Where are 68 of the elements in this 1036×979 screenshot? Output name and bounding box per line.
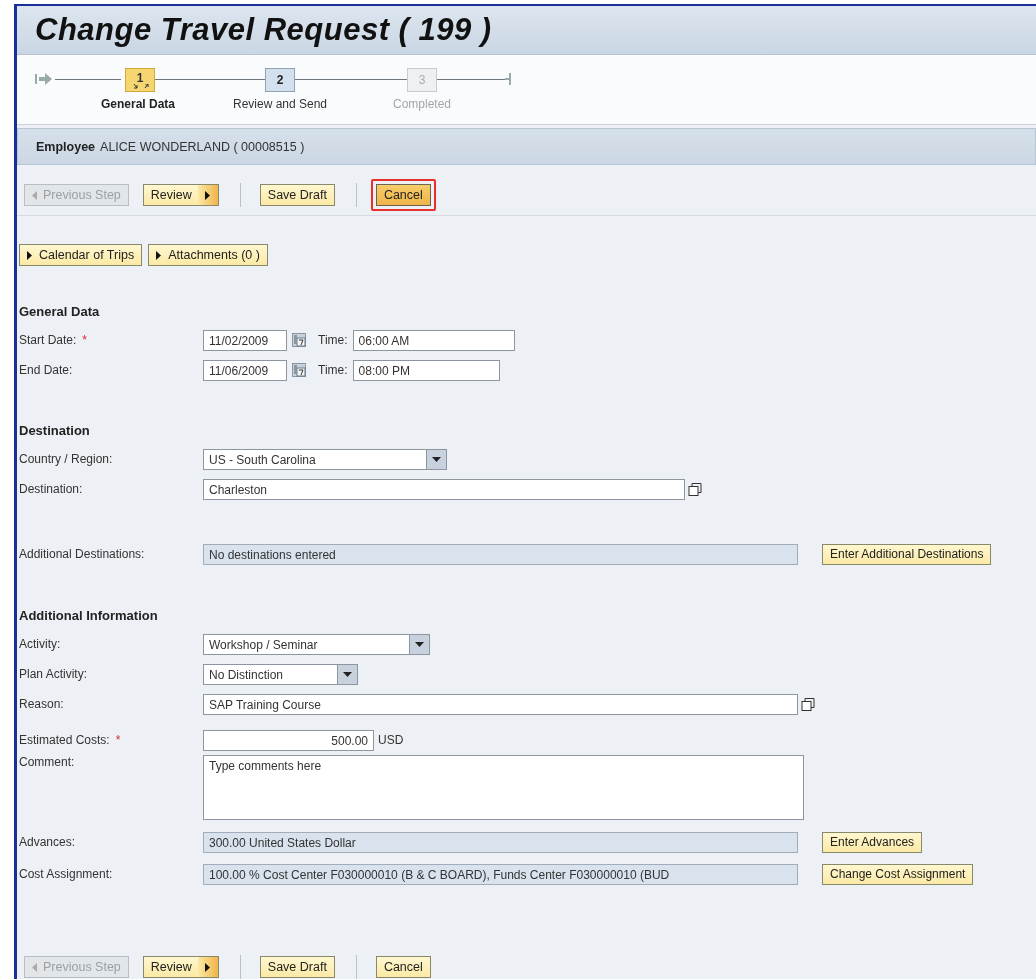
toolbar-button[interactable]: Save Draft bbox=[259, 956, 335, 978]
employee-label: Employee bbox=[36, 139, 96, 154]
currency-label: USD bbox=[378, 733, 404, 747]
section-title: General Data bbox=[19, 304, 101, 319]
field-label: Comment: bbox=[19, 755, 75, 769]
field-label: End Date: bbox=[19, 363, 73, 377]
end-icon bbox=[505, 72, 511, 86]
expander-button[interactable]: Calendar of Trips bbox=[19, 244, 143, 266]
expander-button[interactable]: Attachments (0 ) bbox=[148, 244, 268, 266]
required-mark: * bbox=[82, 333, 88, 347]
page-title: Change Travel Request ( 199 ) bbox=[35, 12, 492, 48]
time-label: Time: bbox=[318, 363, 348, 377]
comment-field[interactable]: Type comments here bbox=[203, 755, 804, 820]
time-field[interactable]: 08:00 PM bbox=[352, 359, 500, 381]
toolbar-button[interactable]: Cancel bbox=[375, 184, 431, 206]
field-label: Cost Assignment: bbox=[19, 867, 113, 881]
field-label: Advances: bbox=[19, 835, 76, 849]
readonly-field: 100.00 % Cost Center F030000010 (B & C BOARD), Funds Center F030000010 (BUD bbox=[203, 863, 798, 885]
toolbar-button[interactable]: Cancel bbox=[375, 956, 431, 978]
date-field[interactable]: 11/02/2009 bbox=[203, 329, 287, 351]
field-label: Activity: bbox=[19, 637, 61, 651]
amount-field[interactable]: 500.00 bbox=[203, 729, 374, 751]
field-label: Country / Region: bbox=[19, 452, 113, 466]
caret-icon bbox=[343, 671, 352, 677]
time-label: Time: bbox=[318, 333, 348, 347]
action-button[interactable]: Enter Additional Destinations bbox=[822, 543, 992, 565]
dropdown[interactable]: No Distinction bbox=[203, 663, 358, 685]
field-label: Plan Activity: bbox=[19, 667, 88, 681]
action-button[interactable]: Enter Advances bbox=[822, 831, 923, 853]
calendar-icon[interactable] bbox=[292, 333, 306, 347]
required-mark: * bbox=[115, 733, 121, 747]
step-label: General Data bbox=[100, 97, 175, 111]
arrows-icon bbox=[133, 83, 149, 89]
review-button[interactable]: Review bbox=[142, 184, 219, 206]
right-triangle-icon bbox=[205, 190, 211, 200]
right-triangle-icon bbox=[205, 962, 211, 972]
field-label: Reason: bbox=[19, 697, 64, 711]
calendar-icon[interactable] bbox=[292, 363, 306, 377]
section-title: Additional Information bbox=[19, 608, 159, 623]
expand-icon bbox=[156, 250, 162, 260]
step-label: Completed bbox=[393, 97, 451, 111]
date-field[interactable]: 11/06/2009 bbox=[203, 359, 287, 381]
readonly-field: No destinations entered bbox=[203, 543, 798, 565]
step-label: Review and Send bbox=[232, 97, 328, 111]
field-label: Additional Destinations: bbox=[19, 547, 145, 561]
time-field[interactable]: 06:00 AM bbox=[352, 329, 515, 351]
input-field[interactable]: Charleston bbox=[203, 478, 685, 500]
value-help-icon[interactable] bbox=[688, 482, 702, 496]
readonly-field: 300.00 United States Dollar bbox=[203, 831, 798, 853]
left-triangle-icon bbox=[32, 962, 37, 972]
employee-name: ALICE WONDERLAND ( 00008515 ) bbox=[100, 139, 305, 154]
input-field[interactable]: SAP Training Course bbox=[203, 693, 798, 715]
caret-icon bbox=[415, 641, 424, 647]
review-button[interactable]: Review bbox=[142, 956, 219, 978]
step-number[interactable]: 2 bbox=[265, 67, 295, 92]
field-label: Estimated Costs: bbox=[19, 733, 110, 747]
expand-icon bbox=[27, 250, 32, 260]
field-label: Start Date: bbox=[19, 333, 77, 347]
toolbar-button[interactable]: Save Draft bbox=[259, 184, 335, 206]
dropdown[interactable]: Workshop / Seminar bbox=[203, 633, 430, 655]
caret-icon bbox=[432, 456, 441, 462]
section-title: Destination bbox=[19, 423, 91, 438]
value-help-icon[interactable] bbox=[801, 697, 815, 711]
action-button[interactable]: Change Cost Assignment bbox=[822, 863, 974, 885]
dropdown[interactable]: US - South Carolina bbox=[203, 448, 447, 470]
step-number[interactable]: 1 bbox=[125, 67, 155, 92]
left-triangle-icon bbox=[32, 190, 37, 200]
field-label: Destination: bbox=[19, 482, 83, 496]
